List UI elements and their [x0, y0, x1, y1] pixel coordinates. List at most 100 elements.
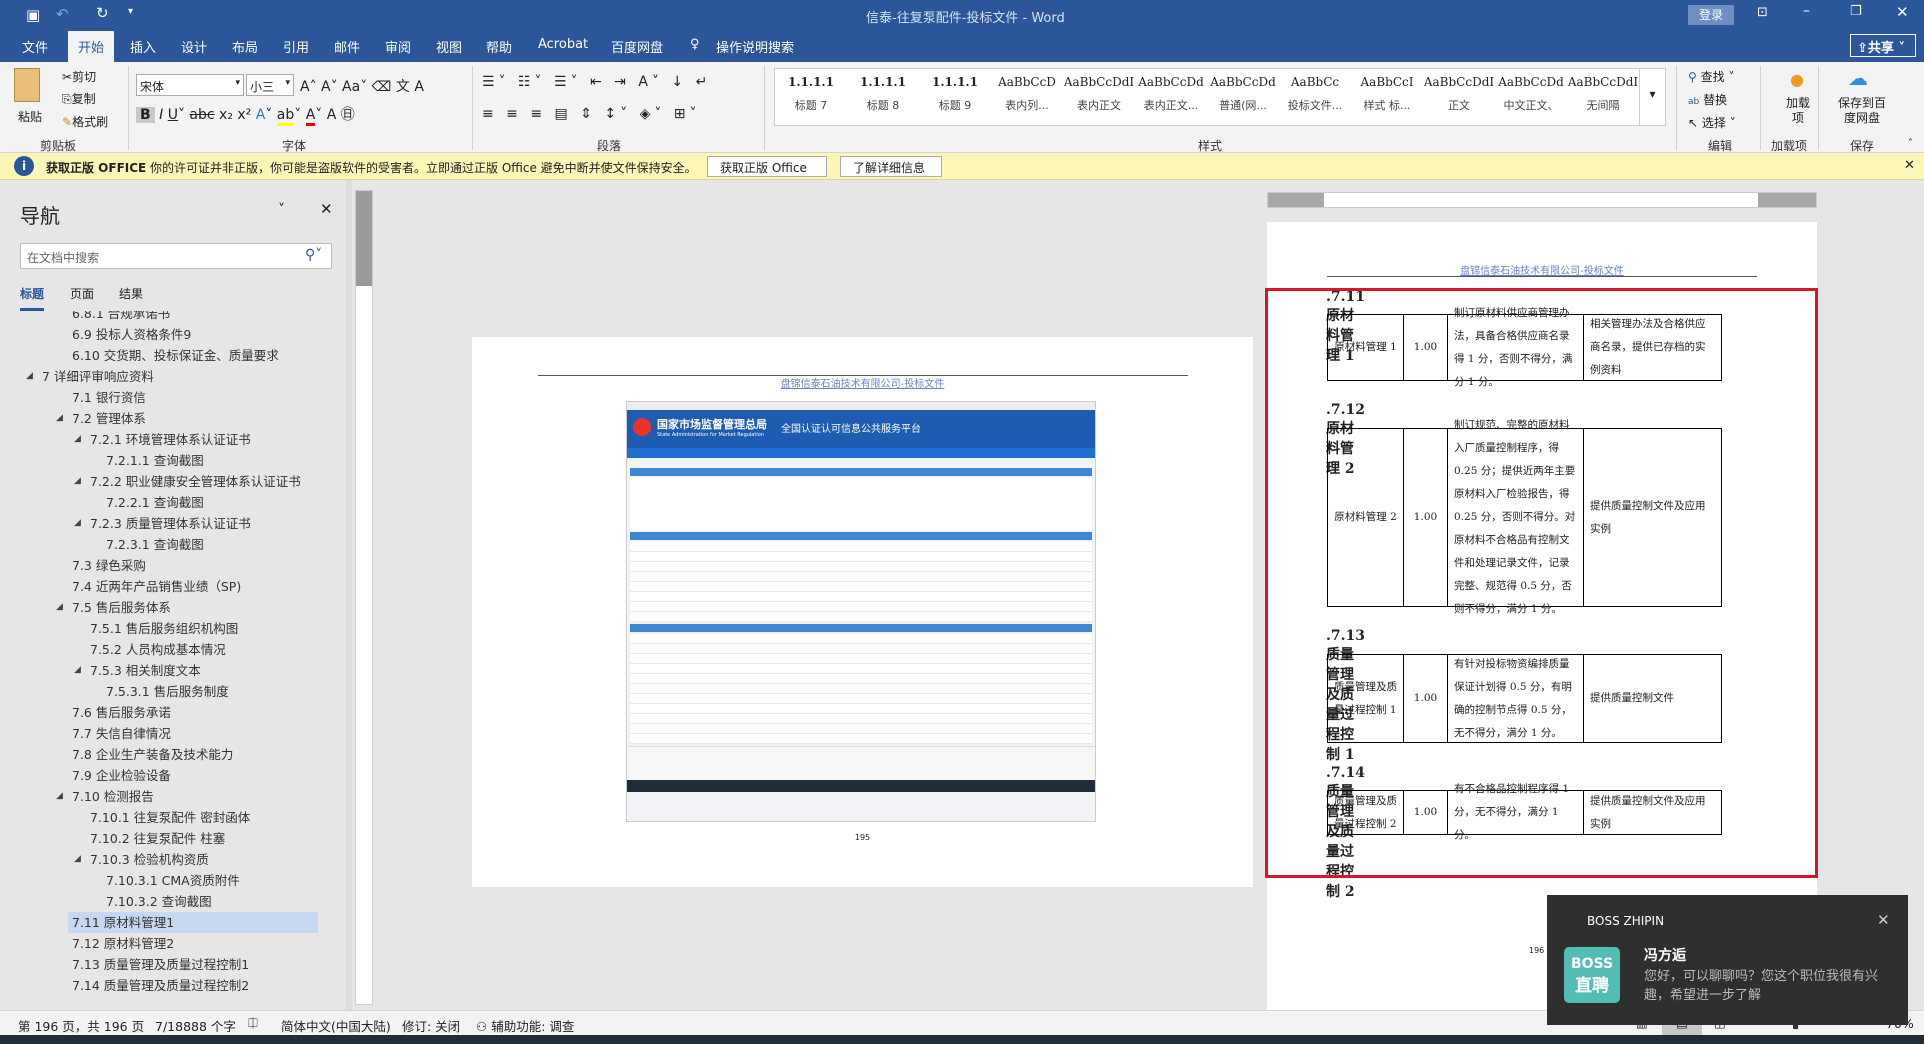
language[interactable]: 简体中文(中国大陆): [281, 1016, 391, 1035]
nav-heading-item[interactable]: 7.2 管理体系: [72, 408, 146, 429]
learn-more-button[interactable]: 了解详细信息: [840, 156, 942, 177]
style-item[interactable]: 1.1.1.1 标题 9: [919, 69, 991, 125]
nav-heading-item[interactable]: 6.9 投标人资格条件9: [72, 324, 191, 345]
paste-icon[interactable]: [14, 68, 40, 102]
style-item[interactable]: AaBbCcDdI 正文: [1423, 69, 1495, 125]
tab-mailings[interactable]: 邮件: [334, 37, 360, 56]
nav-search-input[interactable]: 在文档中搜索 ⚲˅: [20, 243, 332, 269]
nav-heading-item[interactable]: 7.2.1 环境管理体系认证证书: [90, 429, 251, 450]
nav-tab-pages[interactable]: 页面: [70, 285, 94, 302]
tab-design[interactable]: 设计: [181, 37, 207, 56]
boss-notification[interactable]: BOSS ZHIPIN ✕ BOSS 直聘 冯方逅 您好，可以聊聊吗？您这个职位…: [1547, 895, 1908, 1025]
nav-tab-results[interactable]: 结果: [119, 285, 143, 302]
nav-heading-item[interactable]: 7.8 企业生产装备及技术能力: [72, 744, 233, 765]
document-scrollbar[interactable]: [1906, 180, 1924, 1010]
tell-me-search[interactable]: 操作说明搜索: [716, 37, 794, 56]
nav-heading-item[interactable]: 7.9 企业检验设备: [72, 765, 171, 786]
collapse-triangle-icon[interactable]: ◢: [74, 476, 81, 486]
styles-more-icon[interactable]: ▾: [1639, 69, 1665, 125]
addins-button[interactable]: 加载项: [1786, 96, 1810, 126]
nav-heading-item[interactable]: 7 详细评审响应资料: [42, 366, 154, 387]
collapse-triangle-icon[interactable]: ◢: [26, 371, 33, 381]
minimize-button[interactable]: –: [1803, 3, 1810, 19]
nav-heading-item[interactable]: 7.3 绿色采购: [72, 555, 146, 576]
tab-file[interactable]: 文件: [22, 37, 48, 56]
nav-heading-item[interactable]: 7.2.2.1 查询截图: [106, 492, 204, 513]
nav-heading-item[interactable]: 7.7 失信自律情况: [72, 723, 171, 744]
style-item[interactable]: AaBbCcDd 表内正文...: [1135, 69, 1207, 125]
nav-heading-item[interactable]: 7.14 质量管理及质量过程控制2: [72, 975, 249, 996]
nav-heading-item[interactable]: 7.5.2 人员构成基本情况: [90, 639, 226, 660]
select-button[interactable]: ↖ 选择 ˅: [1688, 114, 1736, 131]
nav-heading-item[interactable]: 7.10.3 检验机构资质: [90, 849, 209, 870]
collapse-triangle-icon[interactable]: ◢: [56, 791, 63, 801]
list-buttons[interactable]: ☰˅ ☷˅ ☰˅ ⇤ ⇥ A˅ ↓ ↵: [482, 74, 711, 90]
nav-heading-item[interactable]: 7.5.1 售后服务组织机构图: [90, 618, 238, 639]
nav-heading-item[interactable]: 7.6 售后服务承诺: [72, 702, 171, 723]
font-size-select[interactable]: 小三 ▾: [246, 74, 294, 96]
find-button[interactable]: ⚲ 查找 ˅: [1688, 68, 1734, 85]
nav-heading-item[interactable]: 7.10.3.2 查询截图: [106, 891, 212, 912]
nav-heading-item[interactable]: 7.5 售后服务体系: [72, 597, 171, 618]
nav-heading-item[interactable]: 6.8.1 合规承诺书: [72, 311, 170, 324]
nav-heading-item[interactable]: 7.13 质量管理及质量过程控制1: [72, 954, 249, 975]
nav-heading-item[interactable]: 7.11 原材料管理1: [68, 912, 318, 933]
font-name-select[interactable]: 宋体 ▾: [136, 74, 244, 96]
collapse-triangle-icon[interactable]: ◢: [74, 854, 81, 864]
customize-qat-icon[interactable]: ▾: [128, 6, 133, 17]
nav-tab-headings[interactable]: 标题: [20, 285, 45, 311]
collapse-ribbon-icon[interactable]: ˄: [1908, 138, 1913, 149]
nav-options-icon[interactable]: ˅: [278, 202, 285, 218]
nav-heading-item[interactable]: 6.10 交货期、投标保证金、质量要求: [72, 345, 279, 366]
nav-heading-item[interactable]: 7.10.2 往复泵配件 柱塞: [90, 828, 225, 849]
collapse-triangle-icon[interactable]: ◢: [74, 434, 81, 444]
tab-baidu[interactable]: 百度网盘: [611, 37, 663, 56]
collapse-triangle-icon[interactable]: ◢: [56, 413, 63, 423]
collapse-triangle-icon[interactable]: ◢: [74, 665, 81, 675]
save-icon[interactable]: ▣: [26, 6, 40, 24]
style-item[interactable]: 1.1.1.1 标题 8: [847, 69, 919, 125]
tab-layout[interactable]: 布局: [232, 37, 258, 56]
replace-button[interactable]: ab 替换: [1688, 91, 1727, 108]
get-genuine-button[interactable]: 获取正版 Office: [707, 156, 827, 177]
cut-button[interactable]: ✂剪切: [62, 68, 96, 85]
style-item[interactable]: AaBbCcDd 普通(网...: [1207, 69, 1279, 125]
nav-heading-item[interactable]: 7.4 近两年产品销售业绩（SP): [72, 576, 241, 597]
ribbon-display-icon[interactable]: ⊡: [1757, 5, 1768, 20]
accessibility-status[interactable]: ⚇ 辅助功能: 调查: [476, 1016, 574, 1035]
proofing-icon[interactable]: ⎅: [248, 1015, 258, 1031]
style-item[interactable]: 1.1.1.1 标题 7: [775, 69, 847, 125]
save-baidu-button[interactable]: 保存到百度网盘: [1834, 96, 1890, 126]
grow-font-icon[interactable]: A˄ A˅ Aa˅ ⌫ 文 A: [300, 76, 424, 96]
tab-help[interactable]: 帮助: [486, 37, 512, 56]
style-item[interactable]: AaBbCcDd 中文正文、: [1495, 69, 1567, 125]
redo-icon[interactable]: ↻: [96, 4, 109, 22]
tab-references[interactable]: 引用: [283, 37, 309, 56]
style-item[interactable]: AaBbCc 投标文件...: [1279, 69, 1351, 125]
nav-heading-item[interactable]: 7.2.2 职业健康安全管理体系认证证书: [90, 471, 301, 492]
nav-heading-item[interactable]: 7.10 检测报告: [72, 786, 154, 807]
nav-heading-item[interactable]: 7.10.1 往复泵配件 密封函体: [90, 807, 250, 828]
search-icon[interactable]: ⚲˅: [305, 247, 322, 263]
nav-heading-item[interactable]: 7.2.1.1 查询截图: [106, 450, 204, 471]
paste-button[interactable]: 粘贴: [18, 108, 42, 125]
copy-button[interactable]: ⎘复制: [62, 90, 96, 107]
nav-scrollbar[interactable]: [346, 180, 352, 1010]
nav-heading-item[interactable]: 7.2.3 质量管理体系认证证书: [90, 513, 251, 534]
login-button[interactable]: 登录: [1688, 5, 1734, 25]
nav-heading-item[interactable]: 7.10.3.1 CMA资质附件: [106, 870, 240, 891]
font-format-buttons[interactable]: B I U˅ abc x₂ x² A˅ ab˅ A˅ A ㊐: [136, 104, 355, 126]
word-count[interactable]: 7/18888 个字: [155, 1016, 236, 1035]
style-item[interactable]: AaBbCcI 样式 标...: [1351, 69, 1423, 125]
nav-heading-item[interactable]: 7.5.3 相关制度文本: [90, 660, 201, 681]
align-buttons[interactable]: ≡ ≡ ≡ ▤ ⇕ ↕˅ ◈˅ ⊞˅: [482, 106, 701, 122]
nav-heading-item[interactable]: 7.1 银行资信: [72, 387, 146, 408]
restore-button[interactable]: ❐: [1850, 4, 1862, 19]
format-painter-button[interactable]: ✎格式刷: [62, 113, 108, 130]
tab-acrobat[interactable]: Acrobat: [538, 37, 588, 52]
close-message-icon[interactable]: ✕: [1904, 158, 1915, 173]
collapse-triangle-icon[interactable]: ◢: [74, 518, 81, 528]
tab-view[interactable]: 视图: [436, 37, 462, 56]
tab-insert[interactable]: 插入: [130, 37, 156, 56]
share-button[interactable]: ⇪共享 ˅: [1850, 34, 1916, 57]
